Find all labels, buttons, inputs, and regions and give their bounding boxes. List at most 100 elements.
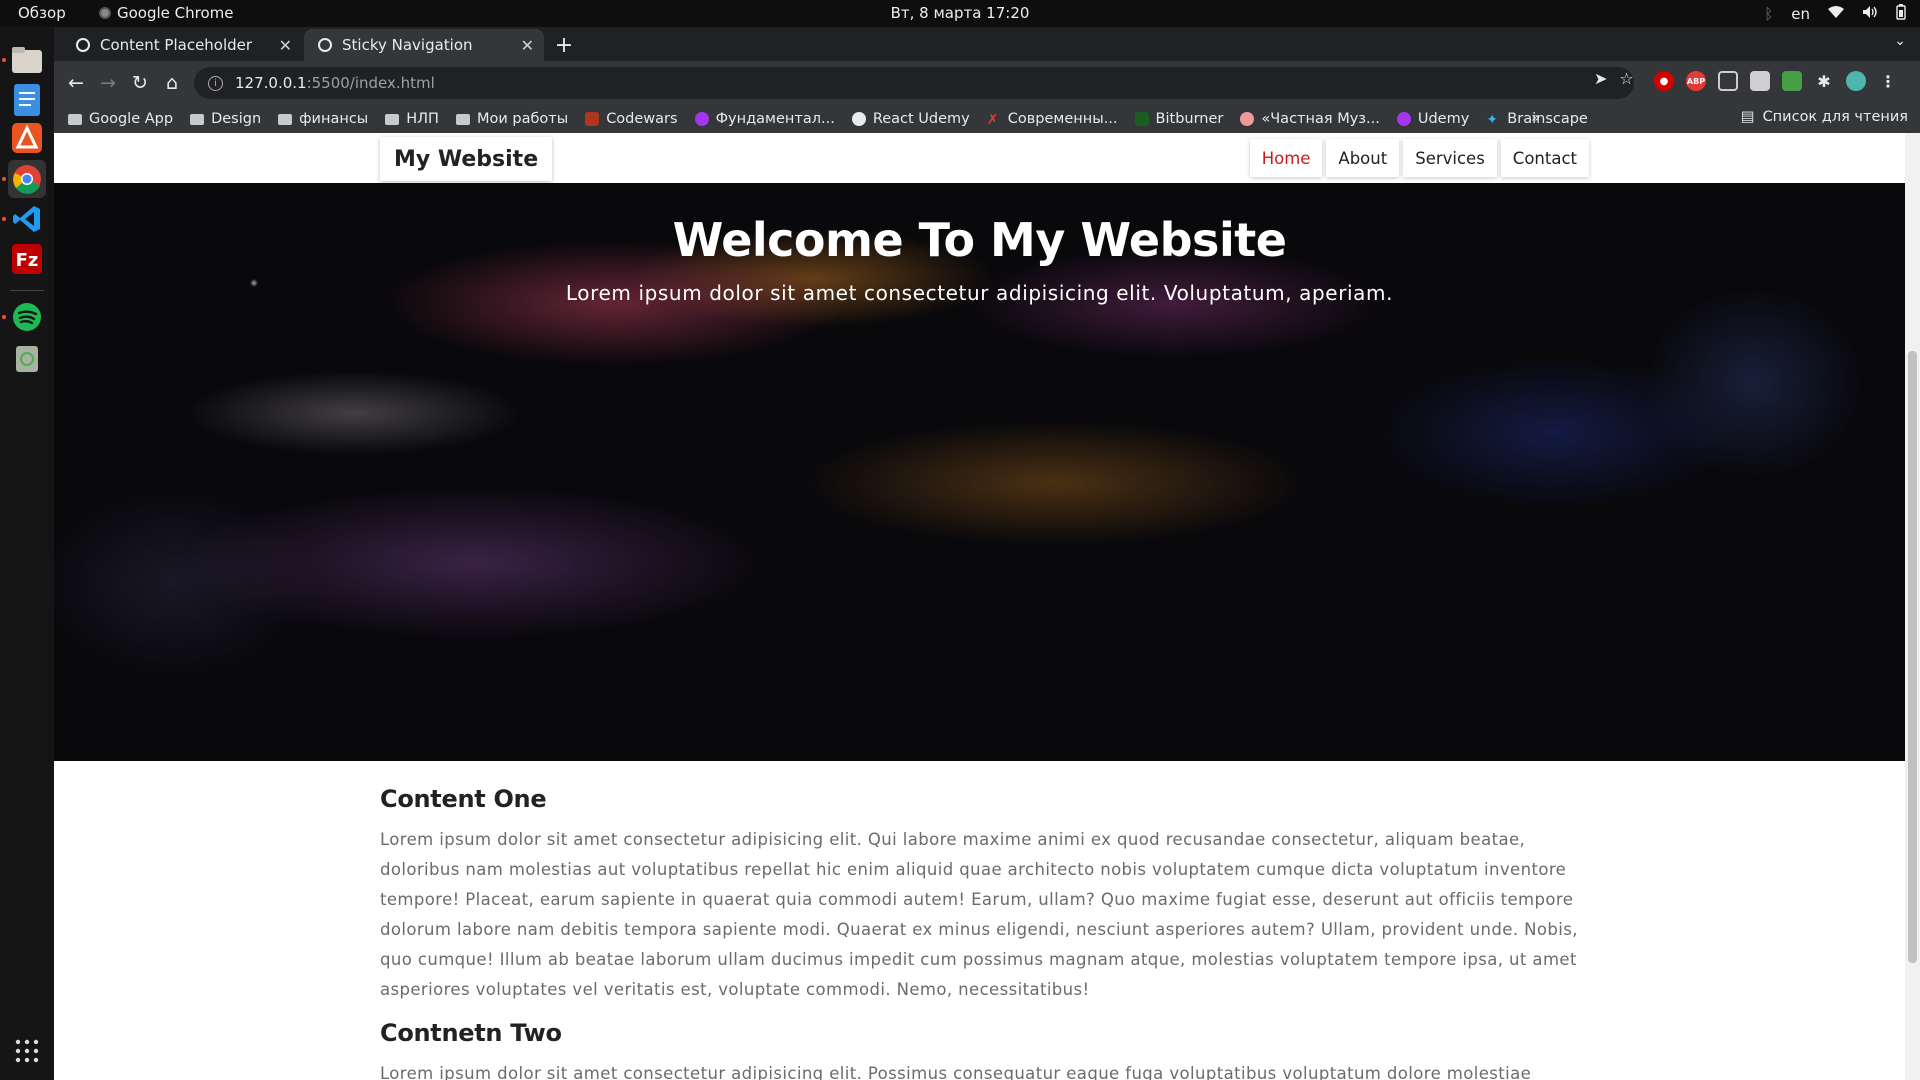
bookmark-item[interactable]: Udemy: [1396, 111, 1470, 127]
folder-icon: [190, 113, 205, 125]
bookmark-item[interactable]: Codewars: [585, 111, 678, 127]
close-icon[interactable]: ✕: [521, 36, 534, 55]
files-icon[interactable]: [8, 41, 46, 79]
page-scrollbar[interactable]: [1905, 133, 1920, 1080]
folder-icon: [278, 113, 293, 125]
active-app-label: Google Chrome: [117, 4, 234, 22]
svg-text:Fz: Fz: [16, 250, 39, 271]
filezilla-icon[interactable]: Fz: [8, 240, 46, 278]
reading-list-button[interactable]: ▤ Список для чтения: [1741, 109, 1908, 125]
sticky-navbar: My Website Home About Services Contact: [54, 133, 1905, 183]
send-tab-icon[interactable]: ➤: [1594, 69, 1607, 88]
folder-icon: [68, 113, 82, 125]
evernote-extension-icon[interactable]: [1782, 71, 1802, 91]
url-path: :5500/index.html: [306, 74, 435, 92]
tab-title: Content Placeholder: [100, 36, 253, 54]
tab-strip: Content Placeholder ✕ Sticky Navigation …: [54, 27, 1920, 61]
section-heading: Content One: [380, 785, 547, 813]
bookmark-label: Udemy: [1417, 111, 1470, 127]
hero-overlay: [54, 183, 1905, 761]
bookmark-star-icon[interactable]: ☆: [1619, 69, 1633, 88]
battery-icon[interactable]: [1896, 4, 1906, 24]
tab-content-placeholder[interactable]: Content Placeholder ✕: [62, 29, 302, 61]
site-logo[interactable]: My Website: [380, 137, 553, 181]
page-viewport[interactable]: Welcome To My Website Lorem ipsum dolor …: [54, 133, 1920, 1080]
tab-title: Sticky Navigation: [342, 36, 473, 54]
display-extension-icon[interactable]: [1718, 71, 1738, 91]
chrome-menu-icon[interactable]: ⋮: [1878, 71, 1898, 91]
nav-link-about[interactable]: About: [1326, 139, 1400, 177]
bookmark-item[interactable]: финансы: [278, 111, 368, 127]
section-body: Lorem ipsum dolor sit amet consectetur a…: [380, 830, 1578, 999]
spotify-icon[interactable]: [8, 298, 46, 336]
bookmark-item[interactable]: Фундаментал...: [694, 111, 835, 127]
bookmark-label: Codewars: [606, 111, 678, 127]
bookmark-item[interactable]: React Udemy: [851, 111, 970, 127]
chrome-app-icon: [99, 7, 111, 19]
globe-icon: [318, 38, 332, 52]
bookmark-item[interactable]: Design: [190, 111, 261, 127]
extensions-puzzle-icon[interactable]: ✱: [1814, 71, 1834, 91]
udemy-favicon-icon: [694, 112, 709, 126]
system-clock[interactable]: Вт, 8 марта 17:20: [0, 4, 1920, 22]
show-apps-icon[interactable]: [8, 1032, 46, 1070]
main-menu: Home About Services Contact: [1249, 139, 1589, 177]
nav-link-contact[interactable]: Contact: [1500, 139, 1589, 177]
globe-icon: [76, 38, 90, 52]
volume-icon[interactable]: [1862, 5, 1878, 23]
wifi-icon[interactable]: [1828, 5, 1844, 23]
x-favicon-icon: ✗: [986, 112, 999, 128]
reload-icon[interactable]: ↻: [126, 69, 154, 97]
chrome-icon[interactable]: [8, 160, 46, 198]
content-area: Content One Lorem ipsum dolor sit amet c…: [380, 785, 1580, 1080]
bookmark-item[interactable]: НЛП: [385, 111, 439, 127]
bookmark-label: React Udemy: [872, 111, 970, 127]
bookmark-item[interactable]: ✗ Современны...: [986, 111, 1118, 128]
system-tray[interactable]: ᛒ en: [1764, 4, 1906, 24]
system-top-bar: Обзор Google Chrome Вт, 8 марта 17:20 ᛒ …: [0, 0, 1920, 27]
nav-link-services[interactable]: Services: [1403, 139, 1497, 177]
address-bar[interactable]: i 127.0.0.1:5500/index.html: [194, 67, 1634, 99]
nav-link-home[interactable]: Home: [1249, 139, 1323, 177]
new-tab-button[interactable]: +: [550, 31, 578, 59]
text-editor-icon[interactable]: [8, 81, 46, 119]
globe-favicon-icon: [851, 112, 866, 126]
bookmarks-overflow-button[interactable]: »: [1531, 110, 1540, 126]
section-body: Lorem ipsum dolor sit amet consectetur a…: [380, 1064, 1532, 1080]
reading-list-label: Список для чтения: [1762, 109, 1908, 125]
home-icon[interactable]: ⌂: [158, 69, 186, 97]
tab-sticky-navigation[interactable]: Sticky Navigation ✕: [304, 29, 544, 61]
dock-separator: [10, 290, 44, 291]
forward-icon[interactable]: →: [94, 69, 122, 97]
bookmark-item[interactable]: Мои работы: [455, 111, 569, 127]
vscode-icon[interactable]: [8, 200, 46, 238]
folder-icon: [455, 113, 470, 125]
bluetooth-icon[interactable]: ᛒ: [1764, 5, 1773, 23]
hero-title: Welcome To My Website: [672, 213, 1287, 267]
trash-icon[interactable]: [8, 338, 46, 376]
abp-extension-icon[interactable]: ABP: [1686, 71, 1706, 91]
bookmark-item[interactable]: Bitburner: [1134, 111, 1224, 127]
scrollbar-thumb[interactable]: [1908, 351, 1917, 963]
activities-button[interactable]: Обзор: [18, 4, 66, 22]
bookmark-label: Bitburner: [1155, 111, 1224, 127]
ubuntu-dock: Fz: [0, 27, 54, 1080]
input-language-indicator[interactable]: en: [1791, 5, 1810, 23]
browser-toolbar: ← → ↻ ⌂ i 127.0.0.1:5500/index.html ➤ ☆ …: [54, 61, 1920, 105]
profile-avatar[interactable]: [1846, 71, 1866, 91]
browser-window: Content Placeholder ✕ Sticky Navigation …: [54, 27, 1920, 133]
close-icon[interactable]: ✕: [279, 36, 292, 55]
adblock-extension-icon[interactable]: ●: [1654, 71, 1674, 91]
site-info-icon[interactable]: i: [208, 75, 223, 91]
image-extension-icon[interactable]: [1750, 71, 1770, 91]
running-indicator: [2, 177, 6, 181]
back-icon[interactable]: ←: [62, 69, 90, 97]
software-store-icon[interactable]: [8, 119, 46, 157]
bookmark-label: Современны...: [1007, 111, 1118, 127]
bookmark-item[interactable]: «Частная Муз...: [1240, 111, 1380, 127]
tab-search-chevron-icon[interactable]: ⌄: [1894, 33, 1906, 49]
active-app-menu[interactable]: Google Chrome: [99, 4, 234, 22]
bookmark-label: Мои работы: [476, 111, 569, 127]
folder-icon: [385, 113, 400, 125]
bookmark-item[interactable]: Google App: [68, 111, 173, 127]
